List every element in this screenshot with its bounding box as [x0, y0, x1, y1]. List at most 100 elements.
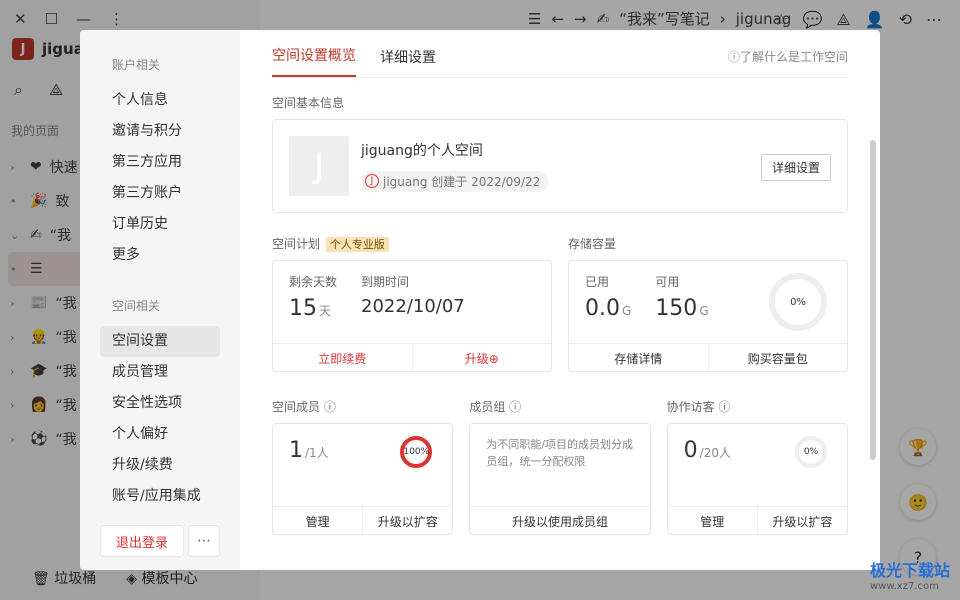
- members-row: 空间成员 ⓘ 1/1人 100% 管理 升级以扩容 成员组 ⓘ 为不同职能/项目…: [272, 382, 848, 536]
- members-upgrade-button[interactable]: 升级以扩容: [362, 507, 452, 536]
- used-value-row: 0.0 G: [585, 296, 631, 321]
- avail-label: 可用: [655, 275, 680, 289]
- used-storage: 已用 0.0 G: [585, 273, 631, 331]
- plan-stats: 剩余天数 15 天 到期时间 2022/10/07: [273, 261, 551, 343]
- settings-menu-item[interactable]: 邀请与积分: [100, 116, 220, 147]
- logout-button[interactable]: 退出登录: [100, 525, 184, 557]
- available-storage: 可用 150 G: [655, 273, 708, 331]
- guests-value: 0: [683, 438, 698, 463]
- members-unit: /1人: [305, 446, 329, 460]
- settings-menu-item[interactable]: 安全性选项: [100, 388, 220, 419]
- guests-title-label: 协作访客: [666, 400, 715, 414]
- settings-sidebar: 账户相关 个人信息 邀请与积分 第三方应用 第三方账户 订单历史 更多 空间相关 空间设置…: [80, 30, 240, 570]
- storage-ring: 0%: [769, 273, 827, 331]
- expire-date: 到期时间 2022/10/07: [361, 273, 465, 331]
- modal-scrollbar[interactable]: [870, 140, 876, 460]
- question-icon[interactable]: ⓘ: [719, 400, 731, 414]
- settings-tabs: 空间设置概览 详细设置 ⓘ了解什么是工作空间: [272, 30, 848, 78]
- help-link-label: 了解什么是工作空间: [739, 50, 848, 64]
- settings-menu-item[interactable]: 个人信息: [100, 85, 220, 116]
- settings-menu-item[interactable]: 账号/应用集成: [100, 481, 220, 512]
- upgrade-label: 升级: [464, 352, 489, 366]
- settings-menu-item[interactable]: 第三方应用: [100, 147, 220, 178]
- groups-upgrade-button[interactable]: 升级以使用成员组: [470, 507, 649, 536]
- expire-value: 2022/10/07: [361, 296, 465, 317]
- detail-settings-button[interactable]: 详细设置: [760, 154, 831, 181]
- settings-menu-item[interactable]: 升级/续费: [100, 450, 220, 481]
- guests-ring: 0%: [794, 436, 827, 468]
- guests-upgrade-button[interactable]: 升级以扩容: [756, 507, 847, 536]
- settings-modal: 账户相关 个人信息 邀请与积分 第三方应用 第三方账户 订单历史 更多 空间相关 空间设置…: [80, 30, 880, 570]
- guests-stats: 0/20人 0%: [668, 424, 847, 506]
- guests-title: 协作访客 ⓘ: [667, 398, 848, 415]
- members-actions: 管理 升级以扩容: [273, 506, 453, 536]
- storage-detail-button[interactable]: 存储详情: [569, 344, 708, 373]
- members-title: 空间成员 ⓘ: [272, 398, 453, 415]
- settings-menu-item[interactable]: 空间设置: [100, 326, 220, 357]
- settings-menu-item[interactable]: 第三方账户: [100, 178, 220, 209]
- guests-column: 协作访客 ⓘ 0/20人 0% 管理 升级以扩容: [666, 382, 848, 536]
- groups-card: 为不同职能/项目的成员划分成员组，统一分配权限 升级以使用成员组: [469, 423, 651, 536]
- space-avatar: J: [289, 136, 349, 196]
- account-menu: 个人信息 邀请与积分 第三方应用 第三方账户 订单历史 更多: [80, 85, 240, 271]
- guests-card: 0/20人 0% 管理 升级以扩容: [666, 423, 848, 536]
- arrow-up-circle-icon: ⊕: [488, 351, 499, 366]
- question-icon[interactable]: ⓘ: [509, 400, 521, 414]
- members-stats: 1/1人 100%: [273, 424, 452, 506]
- creator-avatar-icon: J: [365, 174, 379, 189]
- settings-menu-item[interactable]: 成员管理: [100, 357, 220, 388]
- members-title-label: 空间成员: [272, 400, 321, 414]
- tab-detail-settings[interactable]: 详细设置: [380, 47, 436, 77]
- groups-title-label: 成员组: [469, 400, 506, 414]
- settings-content: 空间设置概览 详细设置 ⓘ了解什么是工作空间 空间基本信息 J jiguang的…: [240, 30, 880, 570]
- space-created: J jiguang 创建于 2022/09/22: [361, 170, 549, 192]
- plan-actions: 立即续费 升级 ⊕: [273, 343, 551, 373]
- settings-menu-item[interactable]: 订单历史: [100, 209, 220, 240]
- groups-title: 成员组 ⓘ: [469, 398, 650, 415]
- storage-title: 存储容量: [568, 237, 617, 251]
- buy-storage-button[interactable]: 购买容量包: [707, 344, 848, 373]
- watermark-logo: 极光下载站 www.xz7.com: [870, 557, 950, 592]
- used-value: 0.0: [585, 296, 620, 321]
- ellipsis-icon: ⋯: [197, 533, 211, 549]
- members-manage-button[interactable]: 管理: [273, 507, 362, 536]
- groups-body: 为不同职能/项目的成员划分成员组，统一分配权限: [470, 424, 649, 506]
- plan-column: 空间计划 个人专业版 剩余天数 15 天 到期时间 2022/10/07 立即续…: [272, 219, 552, 373]
- question-icon[interactable]: ⓘ: [324, 400, 336, 414]
- remaining-days: 剩余天数 15 天: [289, 273, 337, 331]
- members-ring: 100%: [400, 436, 433, 468]
- more-options-button[interactable]: ⋯: [188, 525, 220, 557]
- groups-actions: 升级以使用成员组: [470, 506, 650, 536]
- help-link[interactable]: ⓘ了解什么是工作空间: [728, 48, 848, 65]
- remaining-unit: 天: [319, 304, 332, 318]
- settings-menu-item[interactable]: 个人偏好: [100, 419, 220, 450]
- plan-badge: 个人专业版: [325, 237, 389, 252]
- remaining-value: 15: [289, 296, 317, 321]
- guests-actions: 管理 升级以扩容: [667, 506, 847, 536]
- tab-overview[interactable]: 空间设置概览: [272, 45, 356, 77]
- members-card: 1/1人 100% 管理 升级以扩容: [272, 423, 454, 536]
- plan-title-label: 空间计划: [272, 237, 321, 251]
- avail-unit: G: [699, 304, 709, 318]
- members-value: 1: [289, 438, 303, 463]
- watermark-url: www.xz7.com: [869, 581, 939, 592]
- watermark-title: 极光下载站: [869, 561, 950, 580]
- space-menu: 空间设置 成员管理 安全性选项 个人偏好 升级/续费 账号/应用集成: [80, 326, 240, 512]
- account-group-label: 账户相关: [112, 58, 161, 72]
- storage-actions: 存储详情 购买容量包: [569, 343, 847, 373]
- plan-storage-row: 空间计划 个人专业版 剩余天数 15 天 到期时间 2022/10/07 立即续…: [272, 219, 848, 373]
- space-info: jiguang的个人空间 J jiguang 创建于 2022/09/22: [361, 140, 549, 192]
- basic-info-title: 空间基本信息: [272, 96, 345, 110]
- guests-manage-button[interactable]: 管理: [668, 507, 757, 536]
- upgrade-button[interactable]: 升级 ⊕: [411, 344, 552, 373]
- avail-value: 150: [655, 296, 698, 321]
- question-circle-icon: ⓘ: [727, 50, 740, 64]
- groups-description: 为不同职能/项目的成员划分成员组，统一分配权限: [486, 438, 634, 468]
- plan-card: 剩余天数 15 天 到期时间 2022/10/07 立即续费 升级 ⊕: [272, 260, 552, 373]
- basic-info-card: J jiguang的个人空间 J jiguang 创建于 2022/09/22 …: [272, 119, 848, 213]
- guests-unit: /20人: [699, 446, 731, 460]
- remaining-label: 剩余天数: [289, 275, 338, 289]
- remaining-value-row: 15 天: [289, 296, 337, 321]
- renew-button[interactable]: 立即续费: [273, 344, 412, 373]
- settings-menu-item[interactable]: 更多: [100, 240, 220, 271]
